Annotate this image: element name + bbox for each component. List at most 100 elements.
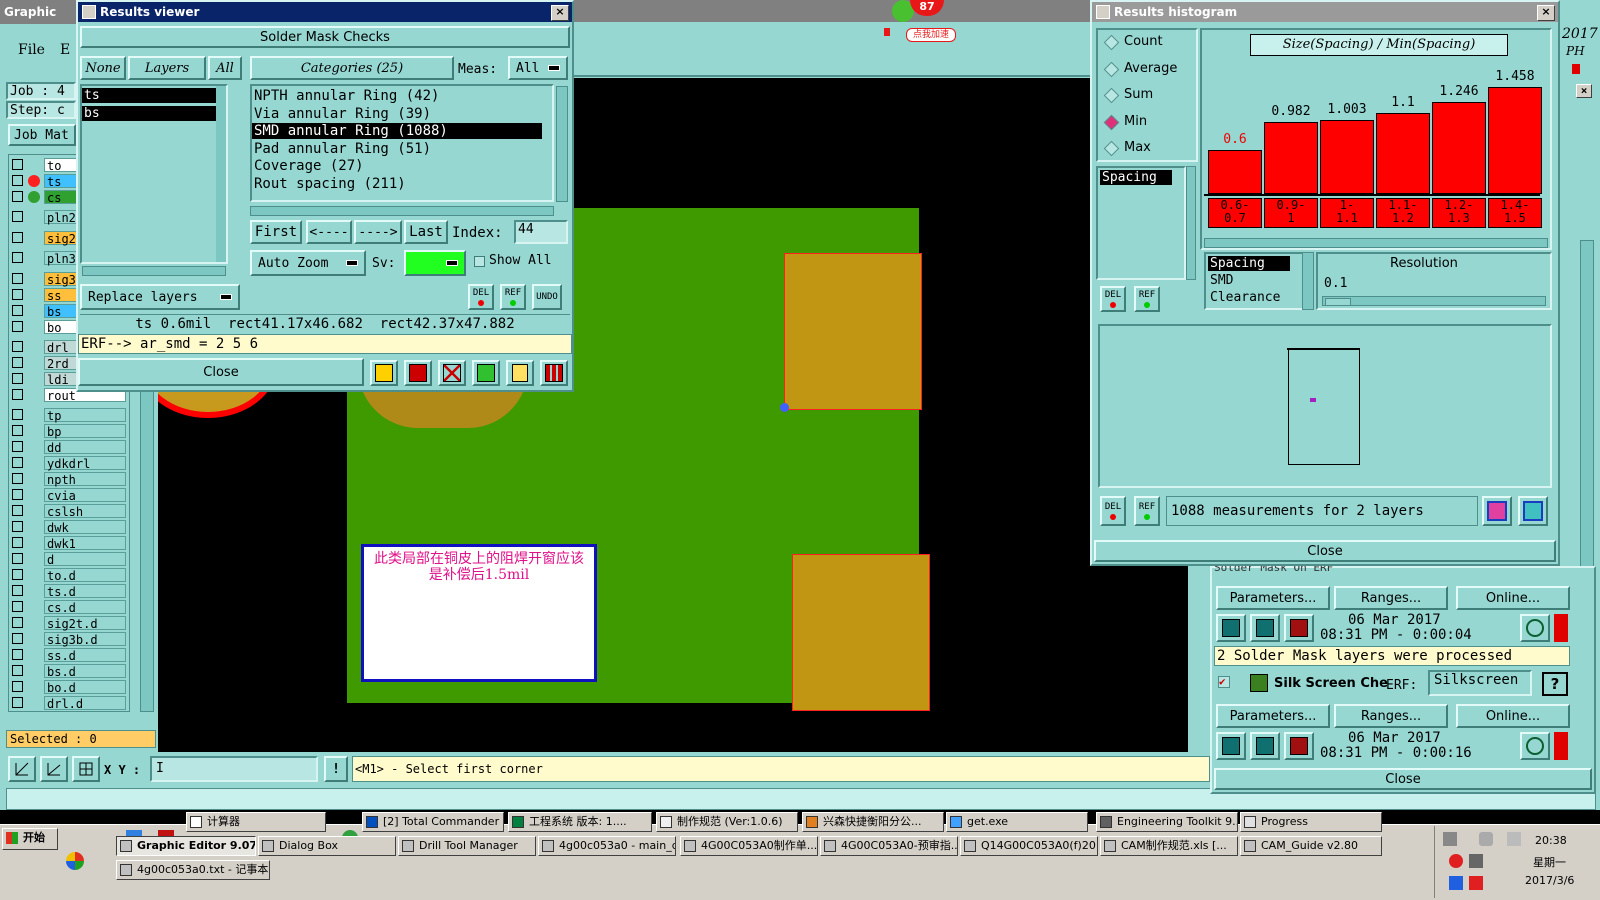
layer-row[interactable]: cslsh: [10, 504, 126, 519]
next-button[interactable]: ---->: [354, 220, 402, 244]
first-button[interactable]: First: [250, 220, 302, 244]
histogram-bar[interactable]: [1320, 120, 1374, 194]
layer-checkbox[interactable]: [12, 697, 23, 708]
xy-input[interactable]: I: [150, 756, 318, 782]
histogram-bar[interactable]: [1208, 150, 1262, 194]
tool-icon-2[interactable]: [404, 360, 432, 386]
taskbar-item[interactable]: Drill Tool Manager: [398, 836, 536, 856]
layer-checkbox[interactable]: [12, 341, 23, 352]
layer-checkbox[interactable]: [12, 665, 23, 676]
taskbar-item[interactable]: [2] Total Commander ...: [362, 812, 504, 832]
analysis-close-button[interactable]: Close: [1214, 768, 1592, 790]
aggregate-option-label[interactable]: Max: [1124, 140, 1151, 155]
layer-checkbox[interactable]: [12, 537, 23, 548]
zoom-icon-1[interactable]: [1520, 614, 1550, 642]
category-item[interactable]: Via annular Ring (39): [252, 106, 542, 122]
right-close-icon[interactable]: ×: [1576, 84, 1592, 98]
layer-name[interactable]: ts.d: [44, 584, 126, 599]
slider-thumb[interactable]: [1325, 298, 1351, 306]
taskbar-item[interactable]: Progress: [1240, 812, 1382, 832]
start-button[interactable]: 开始: [2, 828, 58, 850]
silk-check-checkbox[interactable]: ✔: [1218, 676, 1230, 688]
aggregate-option-label[interactable]: Min: [1124, 114, 1147, 129]
layer-checkbox[interactable]: [12, 191, 23, 202]
resolution-slider[interactable]: [1322, 296, 1546, 306]
speed-badge[interactable]: 87 点我加速: [884, 0, 964, 46]
layer-checkbox[interactable]: [12, 373, 23, 384]
layer-checkbox[interactable]: [12, 211, 23, 222]
category-cell[interactable]: 1- 1.1: [1320, 198, 1374, 228]
meas-dropdown[interactable]: All: [508, 56, 568, 80]
tool-icon-6[interactable]: [540, 360, 568, 386]
layer-name[interactable]: d: [44, 552, 126, 567]
taskbar-item[interactable]: Graphic Editor 9.07...: [116, 836, 256, 856]
ranges-button-2[interactable]: Ranges...: [1334, 704, 1448, 728]
tool-icon-4[interactable]: [472, 360, 500, 386]
layer-name[interactable]: sig2t.d: [44, 616, 126, 631]
hist-ref-button-2[interactable]: REF: [1134, 496, 1160, 526]
layer-checkbox[interactable]: [12, 457, 23, 468]
quicklaunch-icon[interactable]: [66, 852, 84, 870]
sv-color-dropdown[interactable]: [404, 250, 466, 276]
tool-icon-5[interactable]: [506, 360, 534, 386]
layer-name[interactable]: dd: [44, 440, 126, 455]
taskbar-item[interactable]: CAM_Guide v2.80: [1240, 836, 1382, 856]
layer-checkbox[interactable]: [12, 273, 23, 284]
online-button[interactable]: Online...: [1456, 586, 1570, 610]
layer-checkbox[interactable]: [12, 252, 23, 263]
layer-checkbox[interactable]: [12, 553, 23, 564]
category-item[interactable]: Coverage (27): [252, 158, 542, 174]
close-icon[interactable]: ×: [551, 5, 569, 21]
layer-name[interactable]: cslsh: [44, 504, 126, 519]
layer-row[interactable]: dwk1: [10, 536, 126, 551]
layer-checkbox[interactable]: [12, 473, 23, 484]
layer-checkbox[interactable]: [12, 357, 23, 368]
run-icon-5[interactable]: [1250, 732, 1280, 760]
layer-checkbox[interactable]: [12, 305, 23, 316]
histogram-bar[interactable]: [1432, 102, 1486, 194]
run-icon-4[interactable]: [1216, 732, 1246, 760]
viewer-layer-item[interactable]: ts: [82, 88, 222, 103]
layer-row[interactable]: cs.d: [10, 600, 126, 615]
layer-checkbox[interactable]: [12, 409, 23, 420]
last-button[interactable]: Last: [404, 220, 448, 244]
layer-name[interactable]: ss.d: [44, 648, 126, 663]
layer-name[interactable]: tp: [44, 408, 126, 423]
taskbar-item[interactable]: 4G00C053A0-预审指...: [820, 836, 958, 856]
layer-name[interactable]: npth: [44, 472, 126, 487]
taskbar-item[interactable]: 4G00C053A0制作单....: [680, 836, 818, 856]
categories-button[interactable]: Categories (25): [250, 56, 454, 80]
category-cell[interactable]: 1.1- 1.2: [1376, 198, 1430, 228]
category-cell[interactable]: 1.4- 1.5: [1488, 198, 1542, 228]
layer-checkbox[interactable]: [12, 681, 23, 692]
layer-checkbox[interactable]: [12, 585, 23, 596]
taskbar-item[interactable]: 兴森快捷衡阳分公...: [802, 812, 944, 832]
prev-button[interactable]: <----: [306, 220, 352, 244]
category-cell[interactable]: 0.6- 0.7: [1208, 198, 1262, 228]
results-viewer-titlebar[interactable]: Results viewer ×: [78, 2, 572, 22]
layer-row[interactable]: bp: [10, 424, 126, 439]
taskbar-item[interactable]: Q14G00C053A0(f)20...: [960, 836, 1098, 856]
close-icon[interactable]: ×: [1537, 5, 1555, 21]
del-button[interactable]: DEL: [468, 284, 494, 310]
zoom-icon-2[interactable]: [1520, 732, 1550, 760]
layer-name[interactable]: cvia: [44, 488, 126, 503]
menu-file[interactable]: File: [18, 42, 45, 58]
type-item[interactable]: SMD: [1208, 273, 1302, 288]
type-item[interactable]: Spacing: [1208, 256, 1290, 271]
hist-close-button[interactable]: Close: [1094, 540, 1556, 562]
layer-row[interactable]: sig3b.d: [10, 632, 126, 647]
layer-checkbox[interactable]: [12, 159, 23, 170]
graphic-editor-titlebar[interactable]: Graphic: [0, 0, 80, 24]
job-matrix-button[interactable]: Job Mat: [8, 124, 76, 146]
hist-ref-button[interactable]: REF: [1134, 286, 1160, 312]
layer-row[interactable]: sig2t.d: [10, 616, 126, 631]
layer-row[interactable]: ts.d: [10, 584, 126, 599]
category-item[interactable]: Rout spacing (211): [252, 176, 542, 192]
tool-measure-icon[interactable]: [40, 756, 68, 782]
index-input[interactable]: 44: [514, 220, 568, 244]
taskbar-item[interactable]: Engineering Toolkit 9....: [1096, 812, 1238, 832]
taskbar-item[interactable]: get.exe: [946, 812, 1088, 832]
histogram-bar[interactable]: [1488, 87, 1542, 194]
taskbar-item[interactable]: 制作规范 (Ver:1.0.6): [656, 812, 798, 832]
